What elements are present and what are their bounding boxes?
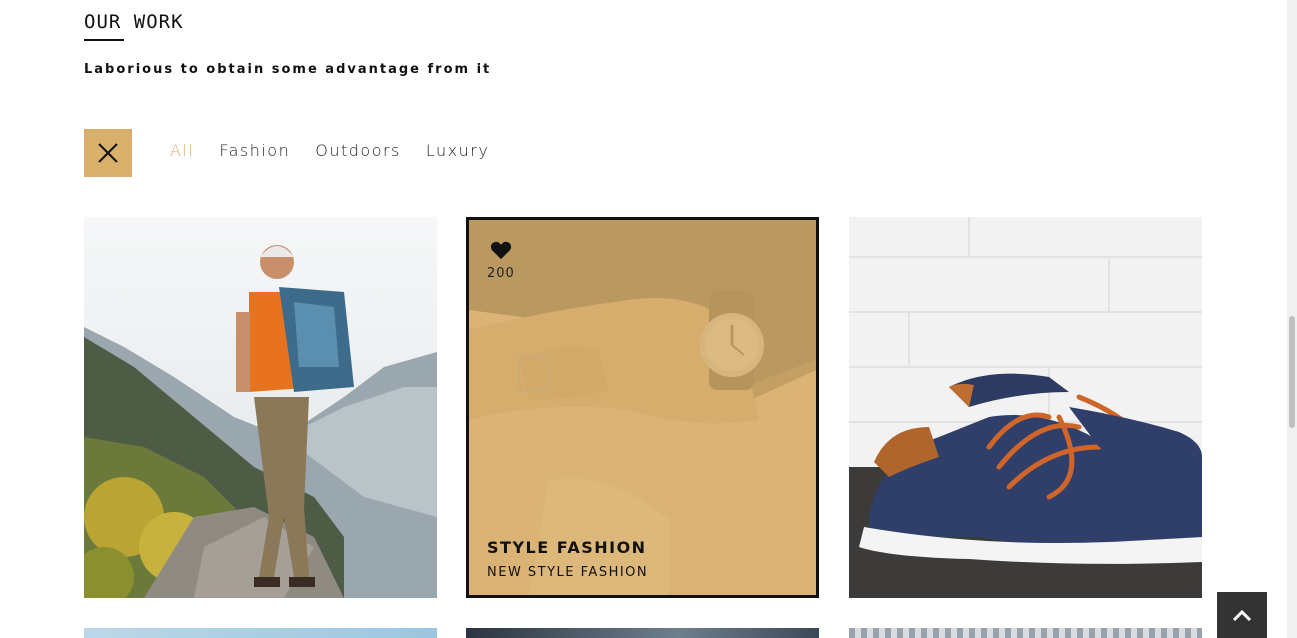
section-subtitle: Laborious to obtain some advantage from …	[84, 62, 492, 77]
portfolio-card-style-fashion[interactable]: 200 STYLE FASHION NEW STYLE FASHION	[466, 217, 819, 598]
portfolio-card-sneakers[interactable]	[849, 217, 1202, 598]
filter-luxury[interactable]: Luxury	[426, 141, 489, 160]
card-title[interactable]: STYLE FASHION	[487, 538, 647, 557]
section-title: OUR WORK	[84, 11, 184, 33]
portfolio-card-hiker[interactable]	[84, 217, 437, 598]
scrollbar-thumb[interactable]	[1289, 316, 1295, 428]
like-count: 200	[487, 266, 515, 281]
filter-fashion[interactable]: Fashion	[219, 141, 290, 160]
title-underline	[84, 39, 124, 41]
page-scrollbar[interactable]	[1287, 0, 1297, 638]
portfolio-filter-tabs: All Fashion Outdoors Luxury	[170, 141, 489, 160]
portfolio-card-next-2[interactable]	[466, 628, 819, 638]
filter-toggle-button[interactable]	[84, 129, 132, 177]
portfolio-card-next-3[interactable]	[849, 628, 1202, 638]
portfolio-card-next-1[interactable]	[84, 628, 437, 638]
heart-icon	[490, 241, 511, 260]
hiker-on-mountain-photo	[84, 217, 437, 598]
filter-all[interactable]: All	[170, 141, 194, 160]
chevron-up-icon	[1232, 609, 1252, 621]
like-button[interactable]: 200	[487, 240, 515, 281]
close-icon	[98, 143, 118, 163]
back-to-top-button[interactable]	[1217, 592, 1267, 638]
filter-outdoors[interactable]: Outdoors	[315, 141, 401, 160]
blue-sneakers-photo	[849, 217, 1202, 598]
card-subtitle: NEW STYLE FASHION	[487, 565, 649, 580]
